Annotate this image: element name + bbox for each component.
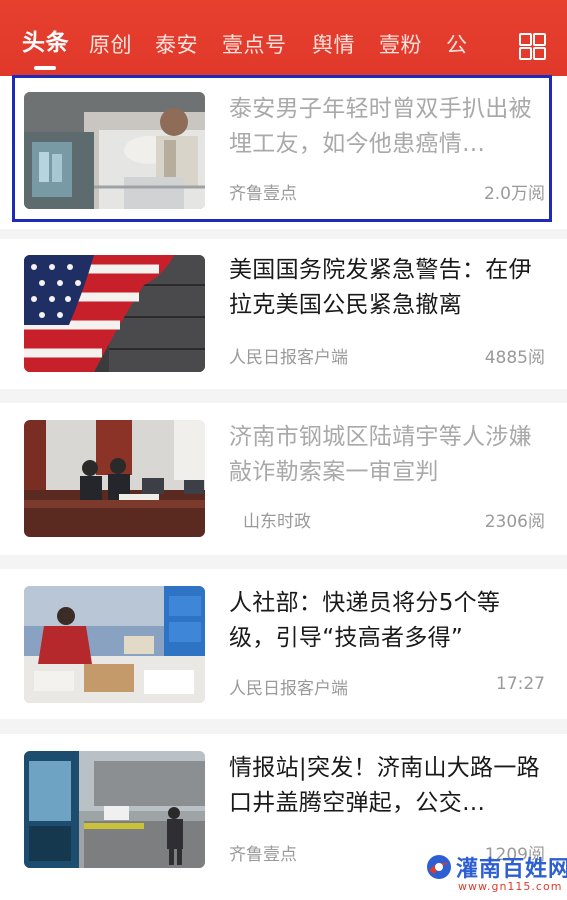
highlight-frame <box>12 75 552 222</box>
article-thumbnail <box>24 420 205 537</box>
article-title[interactable]: 美国国务院发紧急警告：在伊拉克美国公民紧急撤离 <box>229 253 541 323</box>
article-thumbnail <box>24 751 205 868</box>
article-source: 人民日报客户端 <box>229 348 348 368</box>
tab-yifen[interactable]: 壹粉 <box>379 30 422 60</box>
channel-tabs: 头条 原创 泰安 壹点号 舆情 壹粉 公 <box>0 0 500 76</box>
tab-gong[interactable]: 公 <box>446 30 468 60</box>
courier-sorting-parcels-image <box>24 586 205 703</box>
grid-menu-icon[interactable] <box>519 33 546 60</box>
courtroom-judges-image <box>24 420 205 537</box>
tab-taian[interactable]: 泰安 <box>155 30 198 60</box>
article-thumbnail <box>24 586 205 703</box>
watermark-name: 灌南百姓网 <box>456 857 567 882</box>
app-screen: 头条 原创 泰安 壹点号 舆情 壹粉 公 泰安男子年轻时曾双手扒出被埋工友，如今… <box>0 0 567 900</box>
article-source: 山东时政 <box>243 512 311 532</box>
article-card[interactable]: 济南市钢城区陆靖宇等人涉嫌敲诈勒索案一审宣判 山东时政 2306阅 <box>0 403 567 555</box>
article-card[interactable]: 美国国务院发紧急警告：在伊拉克美国公民紧急撤离 人民日报客户端 4885阅 <box>0 239 567 389</box>
site-watermark: 灌南百姓网 www.gn115.com <box>424 848 567 900</box>
watermark-logo-icon <box>427 855 451 879</box>
tab-original[interactable]: 原创 <box>89 30 132 60</box>
article-title[interactable]: 人社部：快递员将分5个等级，引导“技高者多得” <box>229 586 541 656</box>
article-thumbnail <box>24 255 205 372</box>
article-views: 2306阅 <box>484 512 545 532</box>
article-source: 人民日报客户端 <box>229 679 348 699</box>
channel-bar: 头条 原创 泰安 壹点号 舆情 壹粉 公 <box>0 0 567 76</box>
active-tab-indicator <box>34 66 56 70</box>
article-time: 17:27 <box>496 674 545 694</box>
article-source: 齐鲁壹点 <box>229 845 297 865</box>
article-card[interactable]: 人社部：快递员将分5个等级，引导“技高者多得” 人民日报客户端 17:27 <box>0 569 567 719</box>
american-flag-on-wood-image <box>24 255 205 372</box>
tab-headlines[interactable]: 头条 <box>22 28 69 58</box>
article-views: 4885阅 <box>484 348 545 368</box>
tab-public-opinion[interactable]: 舆情 <box>312 30 355 60</box>
bus-at-intersection-image <box>24 751 205 868</box>
watermark-url: www.gn115.com <box>458 880 563 893</box>
article-title[interactable]: 济南市钢城区陆靖宇等人涉嫌敲诈勒索案一审宣判 <box>229 420 541 490</box>
article-title[interactable]: 情报站|突发！济南山大路一路口井盖腾空弹起，公交… <box>229 751 541 821</box>
tab-yidianhao[interactable]: 壹点号 <box>222 30 287 60</box>
